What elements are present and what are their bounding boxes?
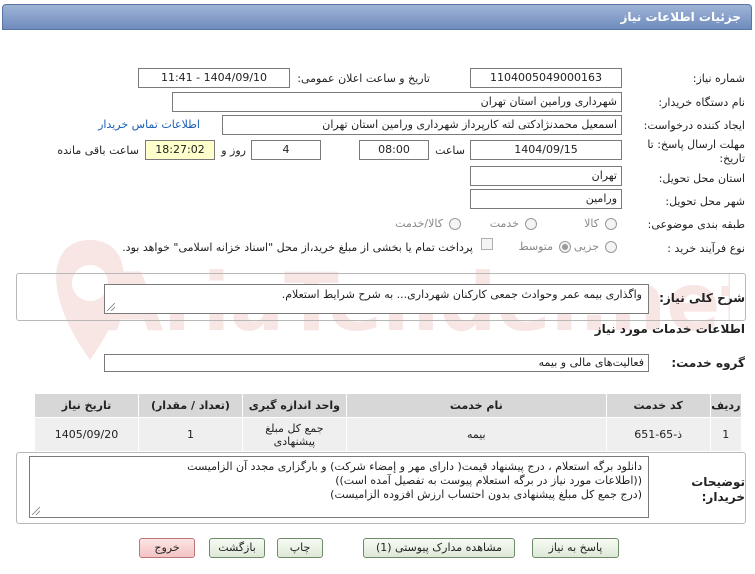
buyer-notes-line-3: (درج جمع کل مبلغ پیشنهادی بدون احتساب ار… [330,488,642,501]
day-and-label: روز و [221,144,246,157]
category-radio-goods[interactable] [605,218,617,230]
col-service-name: نام خدمت [345,393,607,418]
deadline-date-field: 1404/09/15 [470,140,622,160]
requester-label: ایجاد کننده درخواست: [643,119,745,132]
category-radio-goods-service[interactable] [449,218,461,230]
treasury-payment-note: پرداخت تمام یا بخشی از مبلغ خرید،از محل … [122,241,473,254]
requester-field: اسمعیل محمدنژادکتی لته کارپرداز شهرداری … [222,115,622,135]
category-option-goods: کالا [584,217,599,230]
cell-unit: جمع کل مبلغ پیشنهادی [241,417,347,452]
attachments-button[interactable]: مشاهده مدارک پیوستی (1) [363,538,515,558]
items-table: ردیف کد خدمت نام خدمت واحد اندازه گیری (… [34,393,743,452]
buyer-notes-line-2: ((اطلاعات مورد نیاز در برگه استعلام پیوس… [335,474,642,487]
treasury-payment-checkbox[interactable] [481,238,493,250]
city-field: ورامین [470,189,622,209]
back-button[interactable]: بازگشت [209,538,265,558]
category-option-goods-service: کالا/خدمت [395,217,443,230]
print-button[interactable]: چاپ [277,538,323,558]
purchase-option-medium: متوسط [518,240,553,253]
description-text: واگذاری بیمه عمر وحوادث جمعی کارکنان شهر… [281,288,642,301]
purchase-option-minor: جزیی [573,240,599,253]
cell-row-number: 1 [709,417,743,452]
table-row: 1 ذ-65-651 بیمه جمع کل مبلغ پیشنهادی 1 1… [34,417,743,452]
category-radio-service[interactable] [525,218,537,230]
deadline-time-label: ساعت [435,144,465,157]
deadline-label: مهلت ارسال پاسخ: تا تاریخ: [647,138,745,165]
service-group-label: گروه خدمت: [671,356,745,370]
need-number-field: 1104005049000163 [470,68,622,88]
province-label: استان محل تحویل: [658,172,745,185]
category-label: طبقه بندی موضوعی: [647,218,745,231]
col-need-date: تاریخ نیاز [34,393,139,418]
category-option-service: خدمت [489,217,519,230]
col-service-code: کد خدمت [605,393,711,418]
col-quantity: (تعداد / مقدار) [138,393,243,418]
description-textarea[interactable]: واگذاری بیمه عمر وحوادث جمعی کارکنان شهر… [104,284,649,314]
cell-quantity: 1 [138,417,243,452]
province-field: تهران [470,166,622,186]
remaining-time-label: ساعت باقی مانده [57,144,139,157]
purchase-type-label: نوع فرآیند خرید : [667,242,745,255]
page-title: جزئیات اطلاعات نیاز [2,4,752,30]
exit-button[interactable]: خروج [139,538,195,558]
reply-button[interactable]: پاسخ به نیاز [532,538,619,558]
buyer-notes-label: توضیحات خریدار: [691,475,745,504]
cell-need-date: 1405/09/20 [34,417,139,452]
deadline-time-field: 08:00 [359,140,429,160]
city-label: شهر محل تحویل: [665,195,745,208]
description-label: شرح کلی نیاز: [659,291,745,305]
col-row-number: ردیف [709,393,743,418]
buyer-org-label: نام دستگاه خریدار: [658,96,745,109]
announce-datetime-label: تاریخ و ساعت اعلان عمومی: [297,72,430,85]
cell-service-name: بیمه [345,417,607,452]
buyer-notes-line-1: دانلود برگه استعلام ، درج پیشنهاد قیمت( … [187,460,642,473]
service-group-field: فعالیت‌های مالی و بیمه [104,354,649,372]
resize-grip-icon[interactable] [107,303,115,311]
col-unit: واحد اندازه گیری [241,393,347,418]
buyer-notes-textarea[interactable]: دانلود برگه استعلام ، درج پیشنهاد قیمت( … [29,456,649,518]
days-remaining-field: 4 [251,140,321,160]
buyer-org-field: شهرداری ورامین استان تهران [172,92,622,112]
purchase-radio-medium[interactable] [559,241,571,253]
resize-grip-icon[interactable] [32,507,40,515]
cell-service-code: ذ-65-651 [605,417,711,452]
remaining-time-field: 18:27:02 [145,140,215,160]
buyer-contact-link[interactable]: اطلاعات تماس خریدار [98,118,200,131]
services-info-heading: اطلاعات خدمات مورد نیاز [594,322,745,336]
purchase-radio-minor[interactable] [605,241,617,253]
announce-datetime-field: 1404/09/10 - 11:41 [138,68,290,88]
need-number-label: شماره نیاز: [692,72,745,85]
